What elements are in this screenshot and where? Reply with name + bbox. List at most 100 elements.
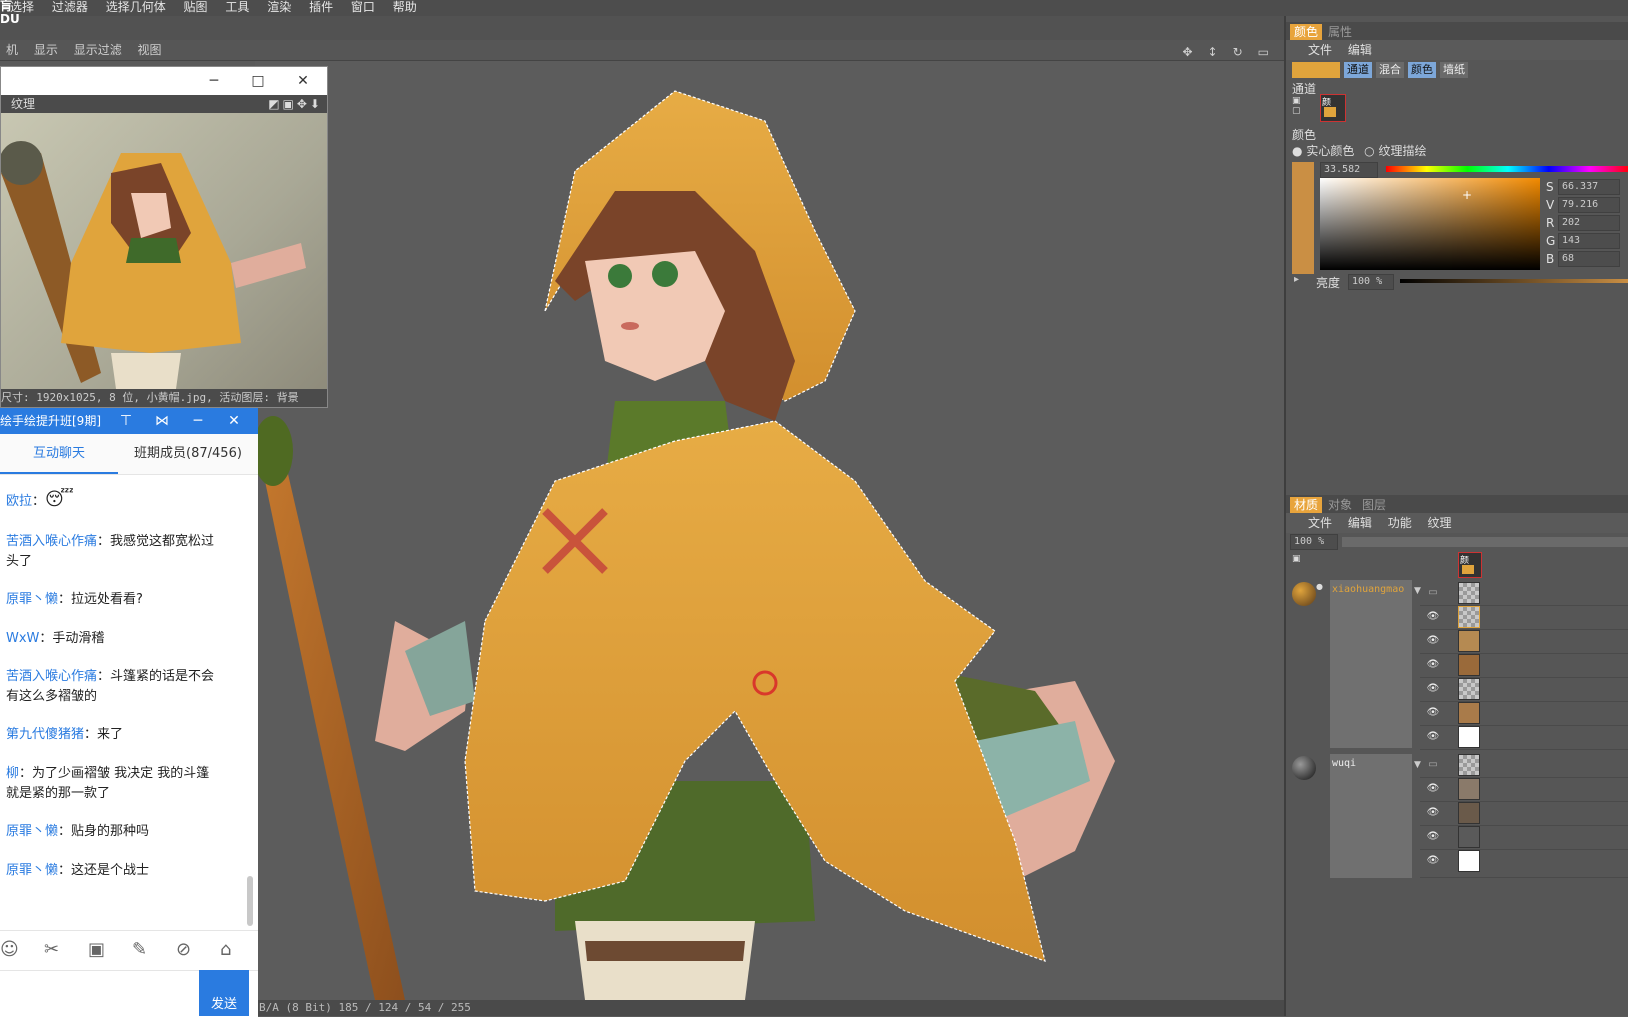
- texture-toolbar-icons[interactable]: ◩▣✥⬇: [268, 95, 323, 113]
- minimize-icon[interactable]: ─: [180, 408, 216, 434]
- minimize-icon[interactable]: ─: [204, 71, 224, 91]
- tab-layer[interactable]: 图层: [1358, 497, 1390, 513]
- layer-thumb[interactable]: [1458, 654, 1480, 676]
- maximize-view-icon[interactable]: ▭: [1252, 42, 1278, 62]
- layer-thumb[interactable]: [1458, 754, 1480, 776]
- radio-texture-label[interactable]: 纹理描绘: [1378, 144, 1426, 158]
- s-field[interactable]: 66.337: [1558, 179, 1620, 195]
- eye-icon[interactable]: 👁: [1425, 610, 1441, 624]
- menu-select-geometry[interactable]: 选择几何体: [99, 0, 173, 14]
- block-icon[interactable]: ⊘: [176, 939, 191, 960]
- mode-color[interactable]: 颜色: [1408, 62, 1436, 78]
- menu-window[interactable]: 窗口: [344, 0, 382, 14]
- material-menu-function[interactable]: 功能: [1382, 513, 1418, 533]
- menu-texture[interactable]: 贴图: [177, 0, 215, 14]
- eye-icon[interactable]: 👁: [1425, 806, 1441, 820]
- scissors-icon[interactable]: ✂: [44, 939, 59, 960]
- radio-texture-icon[interactable]: ○: [1364, 144, 1374, 158]
- view-menu-camera[interactable]: 机: [0, 40, 24, 60]
- menu-filter[interactable]: 过滤器: [45, 0, 95, 14]
- 3d-viewport[interactable]: [255, 61, 1284, 1000]
- menu-help[interactable]: 帮助: [386, 0, 424, 14]
- material-slot-2[interactable]: wuqi: [1330, 754, 1412, 878]
- current-color-swatch[interactable]: [1292, 162, 1314, 274]
- layer-thumb[interactable]: [1458, 850, 1480, 872]
- layer-thumb[interactable]: [1458, 582, 1480, 604]
- layer-thumb[interactable]: [1458, 630, 1480, 652]
- channel-color-thumb[interactable]: 颜: [1320, 94, 1346, 122]
- view-menu-view[interactable]: 视图: [132, 40, 168, 60]
- material-slot-1[interactable]: xiaohuangmao: [1330, 580, 1412, 748]
- edit-icon[interactable]: ✎: [132, 939, 147, 960]
- tab-interactive-chat[interactable]: 互动聊天: [0, 434, 118, 474]
- layer-thumb[interactable]: [1458, 678, 1480, 700]
- eye-icon[interactable]: 👁: [1425, 706, 1441, 720]
- texture-window-titlebar[interactable]: ─ □ ✕: [1, 67, 327, 95]
- menu-tools[interactable]: 工具: [218, 0, 256, 14]
- tab-attributes[interactable]: 属性: [1324, 24, 1356, 40]
- material-2-dropdown-icon[interactable]: ▼: [1414, 760, 1421, 770]
- color-menu-edit[interactable]: 编辑: [1342, 40, 1378, 60]
- color-menu-file[interactable]: 文件: [1286, 40, 1338, 60]
- material-zoom-slider[interactable]: [1342, 537, 1628, 547]
- layer-visibility-icon[interactable]: ▭: [1425, 758, 1441, 772]
- color-swatch-bar[interactable]: [1292, 62, 1340, 78]
- eye-icon[interactable]: 👁: [1425, 782, 1441, 796]
- mode-wallpaper[interactable]: 墙纸: [1440, 62, 1468, 78]
- material-menu-texture[interactable]: 纹理: [1422, 513, 1458, 533]
- eye-icon[interactable]: 👁: [1425, 634, 1441, 648]
- menu-plugins[interactable]: 插件: [302, 0, 340, 14]
- brightness-field[interactable]: 100 %: [1348, 274, 1394, 290]
- layer-thumb[interactable]: [1458, 826, 1480, 848]
- zoom-view-icon[interactable]: ↕: [1202, 42, 1227, 62]
- radio-solid-icon[interactable]: ●: [1292, 144, 1302, 158]
- eye-icon[interactable]: 👁: [1425, 658, 1441, 672]
- tab-material[interactable]: 材质: [1290, 497, 1323, 513]
- menu-render[interactable]: 渲染: [260, 0, 298, 14]
- b-field[interactable]: 68: [1558, 251, 1620, 267]
- view-menu-display-filter[interactable]: 显示过滤: [68, 40, 128, 60]
- view-menu-display[interactable]: 显示: [28, 40, 64, 60]
- chat-message-list[interactable]: 欧拉：😴 苦酒入喉心作痛：我感觉这都宽松过头了 原罪丶懒：拉远处看看? WxW：…: [0, 474, 248, 930]
- share-icon[interactable]: ⋈: [144, 408, 180, 434]
- expand-icon[interactable]: ▸: [1294, 274, 1299, 285]
- close-icon[interactable]: ✕: [293, 71, 313, 91]
- eye-icon[interactable]: 👁: [1425, 682, 1441, 696]
- eye-icon[interactable]: 👁: [1425, 730, 1441, 744]
- chat-scrollbar[interactable]: [247, 876, 253, 926]
- saturation-value-picker[interactable]: +: [1320, 178, 1540, 270]
- layer-visibility-icon[interactable]: ▭: [1425, 586, 1441, 600]
- eye-icon[interactable]: 👁: [1425, 854, 1441, 868]
- close-icon[interactable]: ✕: [216, 408, 252, 434]
- texture-reference-window[interactable]: ─ □ ✕ 纹理 ◩▣✥⬇ 尺寸: 1920x1025, 8 位, 小黄帽.jp…: [0, 66, 328, 408]
- hue-field[interactable]: 33.582: [1320, 162, 1378, 178]
- v-field[interactable]: 79.216: [1558, 197, 1620, 213]
- eye-icon[interactable]: 👁: [1425, 830, 1441, 844]
- hue-slider[interactable]: [1386, 166, 1628, 172]
- image-icon[interactable]: ▣: [88, 939, 105, 960]
- material-sphere-2[interactable]: [1292, 756, 1316, 780]
- material-menu-file[interactable]: 文件: [1286, 513, 1338, 533]
- tab-color[interactable]: 颜色: [1290, 24, 1323, 40]
- layer-thumb[interactable]: [1458, 802, 1480, 824]
- material-zoom-field[interactable]: 100 %: [1290, 534, 1338, 550]
- channel-icons[interactable]: ▣ ▢: [1292, 96, 1308, 122]
- emoji-icon[interactable]: ☺: [0, 939, 19, 960]
- chat-header[interactable]: 绘手绘提升班[9期] ⊤ ⋈ ─ ✕: [0, 408, 258, 434]
- gift-icon[interactable]: ⌂: [220, 939, 231, 960]
- rotate-view-icon[interactable]: ↻: [1227, 42, 1252, 62]
- brightness-slider[interactable]: [1400, 279, 1628, 283]
- maximize-icon[interactable]: □: [248, 71, 268, 91]
- tab-class-members[interactable]: 班期成员(87/456): [118, 434, 258, 474]
- layer-thumb[interactable]: [1458, 726, 1480, 748]
- g-field[interactable]: 143: [1558, 233, 1620, 249]
- pin-icon[interactable]: ⊤: [108, 408, 144, 434]
- material-channel-icons[interactable]: ▣: [1292, 554, 1308, 570]
- material-sphere-1[interactable]: [1292, 582, 1316, 606]
- material-1-dropdown-icon[interactable]: ▼: [1414, 586, 1421, 596]
- tab-object[interactable]: 对象: [1324, 497, 1356, 513]
- mode-channel[interactable]: 通道: [1344, 62, 1372, 78]
- move-view-icon[interactable]: ✥: [1176, 42, 1201, 62]
- r-field[interactable]: 202: [1558, 215, 1620, 231]
- material-channel-thumb[interactable]: 颜: [1458, 552, 1482, 578]
